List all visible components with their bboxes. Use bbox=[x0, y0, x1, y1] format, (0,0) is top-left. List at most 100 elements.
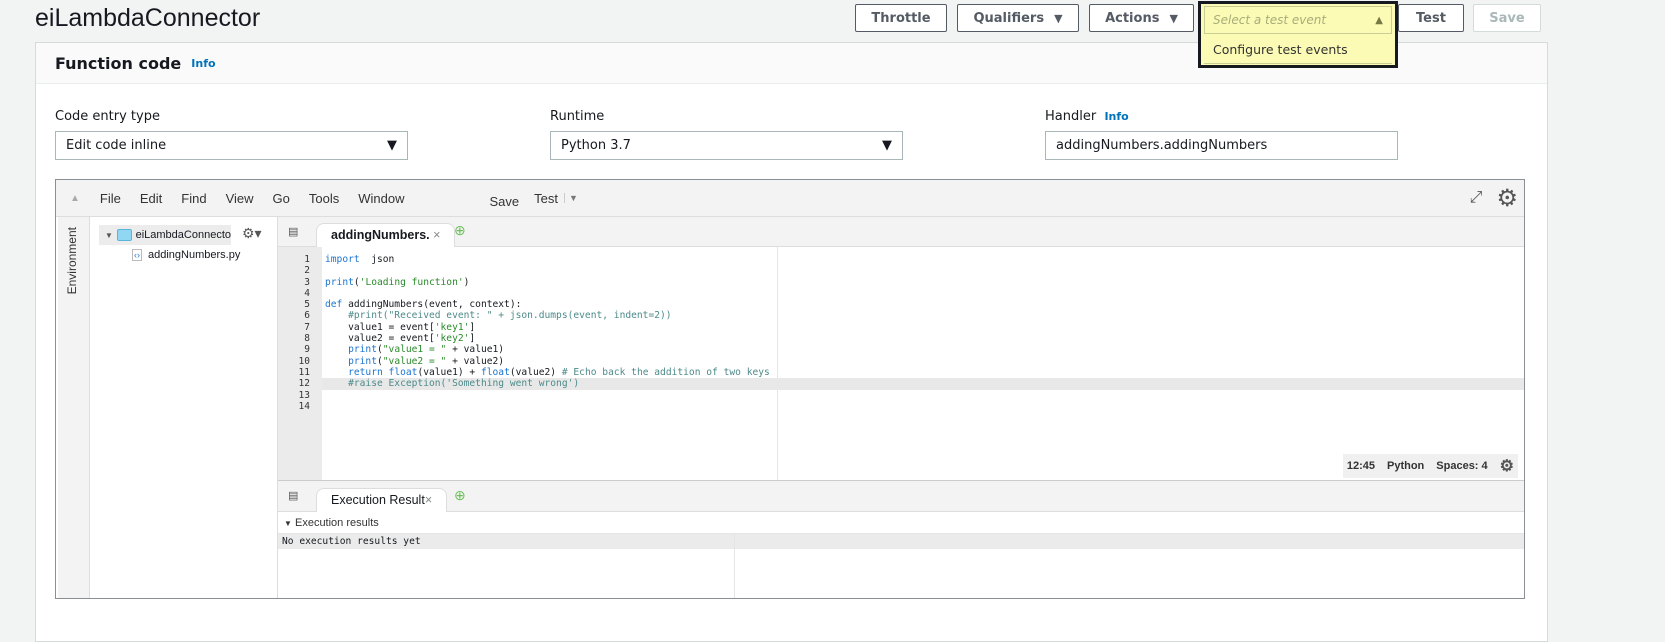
line-number: 11 bbox=[298, 366, 310, 378]
code-line[interactable]: import json bbox=[322, 254, 1524, 265]
code-line[interactable] bbox=[322, 265, 1524, 276]
code-line[interactable]: def addingNumbers(event, context): bbox=[322, 299, 1524, 310]
test-dropdown-icon[interactable]: ▼ bbox=[563, 193, 578, 203]
code-line[interactable] bbox=[322, 390, 1524, 401]
menu-find[interactable]: Find bbox=[181, 191, 206, 206]
code-line[interactable]: value1 = event['key1'] bbox=[322, 322, 1524, 333]
line-number: 9 bbox=[304, 344, 310, 356]
editor-pane: ▤ addingNumbers. × ⊕ 1 2 3 4 5 6 7 8 9 10 11 12 13 14… bbox=[278, 217, 1524, 480]
tree-file[interactable]: ‹› addingNumbers.py bbox=[132, 249, 240, 261]
info-link[interactable]: Info bbox=[191, 57, 215, 70]
ide-save-button[interactable]: Save bbox=[489, 194, 519, 209]
line-number: 10 bbox=[298, 355, 310, 367]
results-header[interactable]: ▼ Execution results bbox=[278, 512, 1524, 534]
menu-go[interactable]: Go bbox=[273, 191, 290, 206]
tree-gear-icon[interactable]: ⚙▾ bbox=[242, 225, 262, 242]
python-file-icon: ‹› bbox=[132, 249, 142, 261]
test-button[interactable]: Test bbox=[1398, 4, 1464, 32]
code-line[interactable]: print("value1 = " + value1) bbox=[322, 344, 1524, 355]
handler-label: Handler Info bbox=[1045, 109, 1129, 124]
test-label: Test bbox=[1416, 10, 1446, 26]
panel-title: Function code bbox=[55, 53, 182, 73]
throttle-label: Throttle bbox=[871, 10, 931, 26]
actions-label: Actions bbox=[1105, 10, 1160, 26]
ide-test-button[interactable]: Test bbox=[534, 191, 558, 206]
line-number: 5 bbox=[304, 299, 310, 311]
code-line[interactable]: #print("Received event: " + json.dumps(e… bbox=[322, 310, 1524, 321]
throttle-button[interactable]: Throttle bbox=[855, 4, 947, 32]
code-line[interactable] bbox=[322, 401, 1524, 412]
line-number: 1 bbox=[304, 254, 310, 265]
environment-label: Environment bbox=[65, 227, 79, 295]
line-number: 13 bbox=[298, 389, 310, 401]
indent-setting[interactable]: Spaces: 4 bbox=[1436, 460, 1487, 472]
caret-down-icon: ▼ bbox=[1169, 11, 1178, 25]
code-entry-select[interactable]: Edit code inline ▼ bbox=[55, 131, 408, 160]
close-icon[interactable]: × bbox=[425, 493, 432, 507]
folder-name: eiLambdaConnecto bbox=[135, 229, 231, 241]
tab-execution-result[interactable]: Execution Result× bbox=[316, 488, 448, 512]
code-line[interactable] bbox=[322, 288, 1524, 299]
close-icon[interactable]: × bbox=[433, 228, 440, 242]
handler-label-text: Handler bbox=[1045, 109, 1097, 124]
language-mode[interactable]: Python bbox=[1387, 460, 1424, 472]
tree-folder[interactable]: ▼ eiLambdaConnecto bbox=[99, 225, 231, 245]
caret-down-icon: ▼ bbox=[387, 138, 397, 153]
add-tab-icon[interactable]: ⊕ bbox=[454, 487, 466, 504]
menu-tools[interactable]: Tools bbox=[309, 191, 339, 206]
menu-file[interactable]: File bbox=[100, 191, 121, 206]
environment-tab[interactable]: Environment bbox=[58, 217, 90, 598]
line-number: 14 bbox=[298, 400, 310, 412]
folder-icon bbox=[116, 229, 132, 241]
menu-view[interactable]: View bbox=[226, 191, 254, 206]
handler-input[interactable]: addingNumbers.addingNumbers bbox=[1045, 131, 1398, 160]
code-entry-label: Code entry type bbox=[55, 109, 160, 124]
save-button[interactable]: Save bbox=[1473, 4, 1541, 32]
menu-edit[interactable]: Edit bbox=[140, 191, 162, 206]
test-event-placeholder: Select a test event bbox=[1213, 13, 1327, 27]
caret-down-icon: ▼ bbox=[105, 230, 113, 240]
status-bar: 12:45 Python Spaces: 4 ⚙ bbox=[1342, 454, 1518, 478]
code-area[interactable]: import json print('Loading function') def … bbox=[322, 247, 1524, 480]
function-title: eiLambdaConnector bbox=[35, 4, 261, 32]
line-numbers: 1 2 3 4 5 6 7 8 9 10 11 12 13 14 bbox=[278, 247, 322, 480]
collapse-icon[interactable]: ▲ bbox=[70, 193, 80, 204]
caret-down-icon: ▼ bbox=[284, 519, 292, 528]
divider bbox=[734, 534, 735, 598]
tab-list-icon[interactable]: ▤ bbox=[288, 489, 298, 502]
configure-test-events-option[interactable]: Configure test events bbox=[1204, 36, 1392, 64]
code-line[interactable]: #raise Exception('Something went wrong') bbox=[322, 378, 1524, 390]
handler-value: addingNumbers.addingNumbers bbox=[1056, 138, 1268, 153]
code-line[interactable]: return float(value1) + float(value2) # E… bbox=[322, 367, 1524, 378]
line-number: 4 bbox=[304, 287, 310, 299]
runtime-label: Runtime bbox=[550, 109, 605, 124]
execution-pane: ▤ Execution Result× ⊕ ▼ Execution result… bbox=[278, 480, 1524, 598]
caret-down-icon: ▼ bbox=[1054, 11, 1063, 25]
code-line[interactable]: value2 = event['key2'] bbox=[322, 333, 1524, 344]
handler-info-link[interactable]: Info bbox=[1104, 110, 1128, 123]
menu-window[interactable]: Window bbox=[358, 191, 404, 206]
fullscreen-icon[interactable]: ⤢ bbox=[1470, 189, 1483, 207]
tab-list-icon[interactable]: ▤ bbox=[288, 225, 298, 238]
line-number: 6 bbox=[304, 310, 310, 322]
cursor-position: 12:45 bbox=[1346, 460, 1375, 472]
line-number: 12 bbox=[298, 378, 310, 390]
actions-button[interactable]: Actions ▼ bbox=[1089, 4, 1194, 32]
gear-icon[interactable]: ⚙ bbox=[1496, 184, 1518, 213]
test-event-select[interactable]: Select a test event ▲ bbox=[1204, 6, 1392, 34]
test-event-dropdown: Select a test event ▲ Configure test even… bbox=[1198, 1, 1398, 68]
tab-addingnumbers[interactable]: addingNumbers. × bbox=[316, 223, 456, 247]
caret-down-icon: ▼ bbox=[882, 138, 892, 153]
ide-menubar: ▲ File Edit Find View Go Tools Window Sa… bbox=[56, 180, 1524, 217]
add-tab-icon[interactable]: ⊕ bbox=[454, 222, 466, 239]
code-line[interactable]: print('Loading function') bbox=[322, 277, 1524, 288]
gear-icon[interactable]: ⚙ bbox=[1500, 456, 1514, 476]
qualifiers-button[interactable]: Qualifiers ▼ bbox=[957, 4, 1079, 32]
code-editor-ide: ▲ File Edit Find View Go Tools Window Sa… bbox=[55, 179, 1525, 599]
code-line[interactable]: print("value2 = " + value2) bbox=[322, 356, 1524, 367]
runtime-select[interactable]: Python 3.7 ▼ bbox=[550, 131, 903, 160]
line-number: 8 bbox=[304, 333, 310, 345]
line-number: 7 bbox=[304, 321, 310, 333]
file-tree: ▼ eiLambdaConnecto ⚙▾ ‹› addingNumbers.p… bbox=[90, 217, 278, 598]
runtime-value: Python 3.7 bbox=[561, 138, 631, 153]
